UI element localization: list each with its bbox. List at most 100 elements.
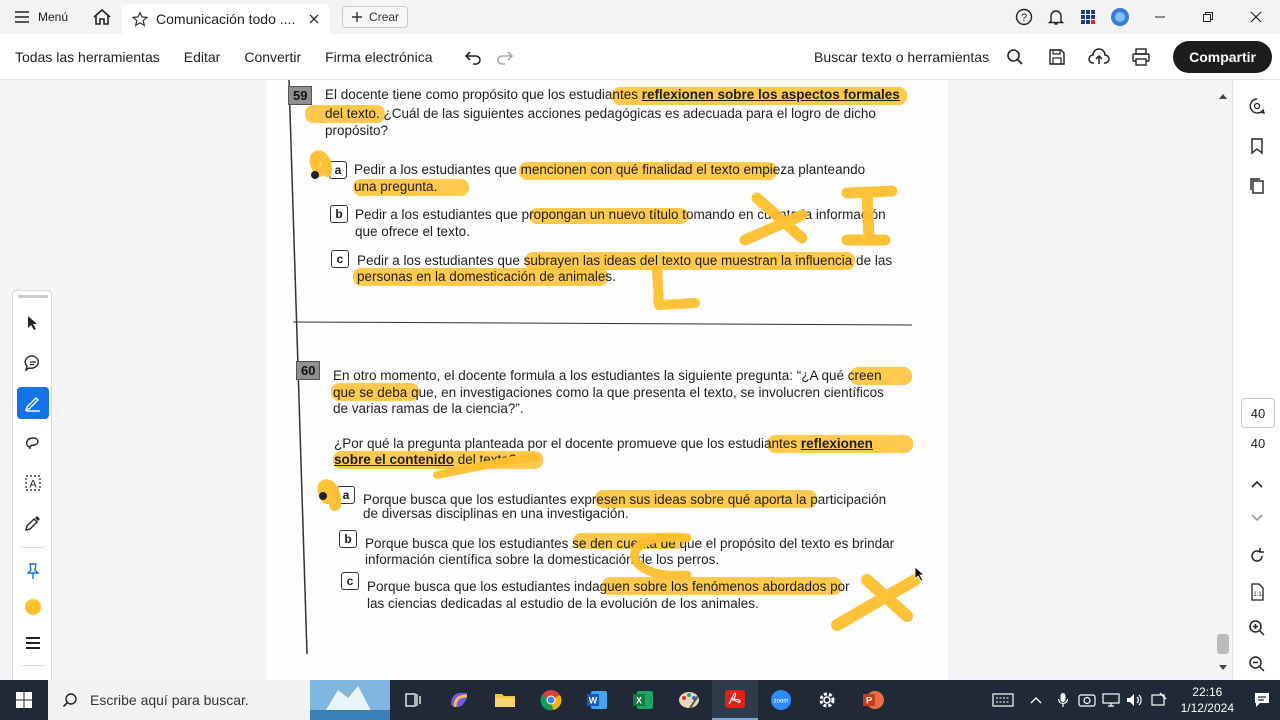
gear-icon — [819, 692, 835, 708]
tray-overflow[interactable] — [1021, 680, 1051, 720]
bookmarks-button[interactable] — [1241, 130, 1273, 162]
edit-menu[interactable]: Editar — [184, 49, 221, 65]
rotate-button[interactable] — [1241, 540, 1273, 572]
search-button[interactable] — [999, 41, 1031, 73]
pin-icon — [26, 563, 40, 579]
highlight-tool[interactable] — [17, 387, 49, 419]
webcam-tray[interactable] — [1075, 680, 1099, 720]
apps-button[interactable] — [1072, 0, 1104, 34]
settings-button[interactable] — [804, 680, 850, 720]
file-explorer-button[interactable] — [482, 680, 528, 720]
pdf-page: 59 El docente tiene como propósito que l… — [267, 80, 948, 680]
microphone-icon — [1057, 693, 1068, 707]
acrobat-icon — [725, 690, 745, 708]
undo-icon — [464, 50, 481, 65]
esign-menu[interactable]: Firma electrónica — [325, 49, 432, 65]
system-clock[interactable]: 22:16 1/12/2024 — [1171, 684, 1244, 716]
zoom-out-button[interactable] — [1241, 648, 1273, 680]
current-page-input[interactable]: 40 — [1241, 398, 1275, 428]
zoom-in-icon — [1249, 620, 1265, 636]
pages-button[interactable] — [1241, 170, 1273, 202]
pin-tool[interactable] — [17, 555, 49, 587]
draw-tool[interactable] — [17, 427, 49, 459]
redo-icon — [496, 50, 513, 65]
search-tools-label[interactable]: Buscar texto o herramientas — [814, 49, 989, 65]
svg-text:W: W — [589, 696, 598, 706]
fit-page-button[interactable]: 1:1 — [1241, 576, 1273, 608]
help-button[interactable]: ? — [1008, 0, 1040, 34]
start-button[interactable] — [0, 680, 48, 720]
comment-at-icon — [1249, 98, 1266, 114]
home-button[interactable] — [82, 0, 122, 34]
scroll-up-icon[interactable] — [1218, 92, 1228, 100]
network-tray[interactable] — [1099, 680, 1123, 720]
scroll-down-icon[interactable] — [1218, 664, 1228, 672]
star-icon[interactable] — [132, 11, 149, 27]
network-icon — [1102, 693, 1120, 707]
save-button[interactable] — [1041, 41, 1073, 73]
zoom-in-button[interactable] — [1241, 612, 1273, 644]
tool-divider — [21, 665, 45, 666]
share-button[interactable]: Compartir — [1173, 40, 1272, 73]
maximize-button[interactable] — [1184, 0, 1232, 34]
printer-icon — [1132, 47, 1150, 66]
copilot-icon — [451, 693, 468, 708]
pen-mark-a59-annotation — [309, 150, 333, 177]
zoom-out-icon — [1249, 656, 1265, 672]
create-label: Crear — [369, 10, 400, 24]
comments-panel-button[interactable] — [1241, 90, 1273, 122]
notifications-button[interactable] — [1040, 0, 1072, 34]
panel-grip[interactable] — [18, 295, 48, 298]
profile-button[interactable] — [1104, 0, 1136, 34]
volume-tray[interactable] — [1123, 680, 1147, 720]
copy-pages-icon — [1250, 178, 1264, 194]
sign-tool[interactable] — [17, 507, 49, 539]
scroll-thumb[interactable] — [1217, 634, 1229, 654]
undo-button[interactable] — [457, 41, 489, 73]
chrome-button[interactable] — [528, 680, 574, 720]
minimize-icon — [1155, 16, 1165, 18]
comment-tool[interactable] — [17, 347, 49, 379]
refresh-icon — [1251, 548, 1264, 562]
next-page-button[interactable] — [1241, 502, 1273, 534]
excel-button[interactable]: X — [620, 680, 666, 720]
document-tab[interactable]: Comunicación todo .... — [122, 4, 331, 34]
search-icon — [62, 693, 77, 708]
word-button[interactable]: W — [574, 680, 620, 720]
cloud-upload-icon — [1088, 47, 1110, 64]
microphone-tray[interactable] — [1051, 680, 1075, 720]
color-picker[interactable] — [17, 591, 49, 623]
redo-button[interactable] — [489, 41, 521, 73]
acrobat-button[interactable] — [712, 680, 758, 720]
powerpoint-button[interactable]: P — [850, 680, 896, 720]
select-tool[interactable] — [17, 307, 49, 339]
print-button[interactable] — [1125, 41, 1157, 73]
svg-text:1:1: 1:1 — [1253, 592, 1262, 598]
document-viewport: 59 El docente tiene como propósito que l… — [0, 80, 1232, 680]
zoom-button[interactable]: zoom — [758, 680, 804, 720]
comment-icon — [24, 355, 39, 372]
all-tools-menu[interactable]: Todas las herramientas — [15, 49, 160, 65]
i-mark-annotation — [841, 185, 898, 246]
keyboard-layout-tray[interactable] — [985, 680, 1021, 720]
task-view-button[interactable] — [390, 680, 436, 720]
taskbar-search-box[interactable]: Escribe aquí para buscar. — [48, 680, 390, 720]
minimize-button[interactable] — [1136, 0, 1184, 34]
close-tab-icon[interactable] — [308, 13, 320, 25]
previous-page-button[interactable] — [1241, 468, 1273, 500]
upload-cloud-button[interactable] — [1083, 41, 1115, 73]
meet-now-tray[interactable] — [1147, 680, 1171, 720]
paint-button[interactable] — [666, 680, 712, 720]
vertical-scrollbar[interactable] — [1214, 80, 1232, 680]
text-tool[interactable]: A — [17, 467, 49, 499]
line-weight-picker[interactable] — [17, 627, 49, 659]
notifications-tray[interactable] — [1244, 680, 1280, 720]
close-window-button[interactable] — [1232, 0, 1280, 34]
copilot-button[interactable] — [436, 680, 482, 720]
excel-icon: X — [633, 691, 653, 709]
c-mark-annotation — [630, 532, 692, 580]
iceberg-image-icon — [310, 680, 390, 720]
convert-menu[interactable]: Convertir — [244, 49, 301, 65]
menu-button[interactable]: Menú — [0, 0, 82, 34]
create-button[interactable]: Crear — [342, 6, 409, 28]
